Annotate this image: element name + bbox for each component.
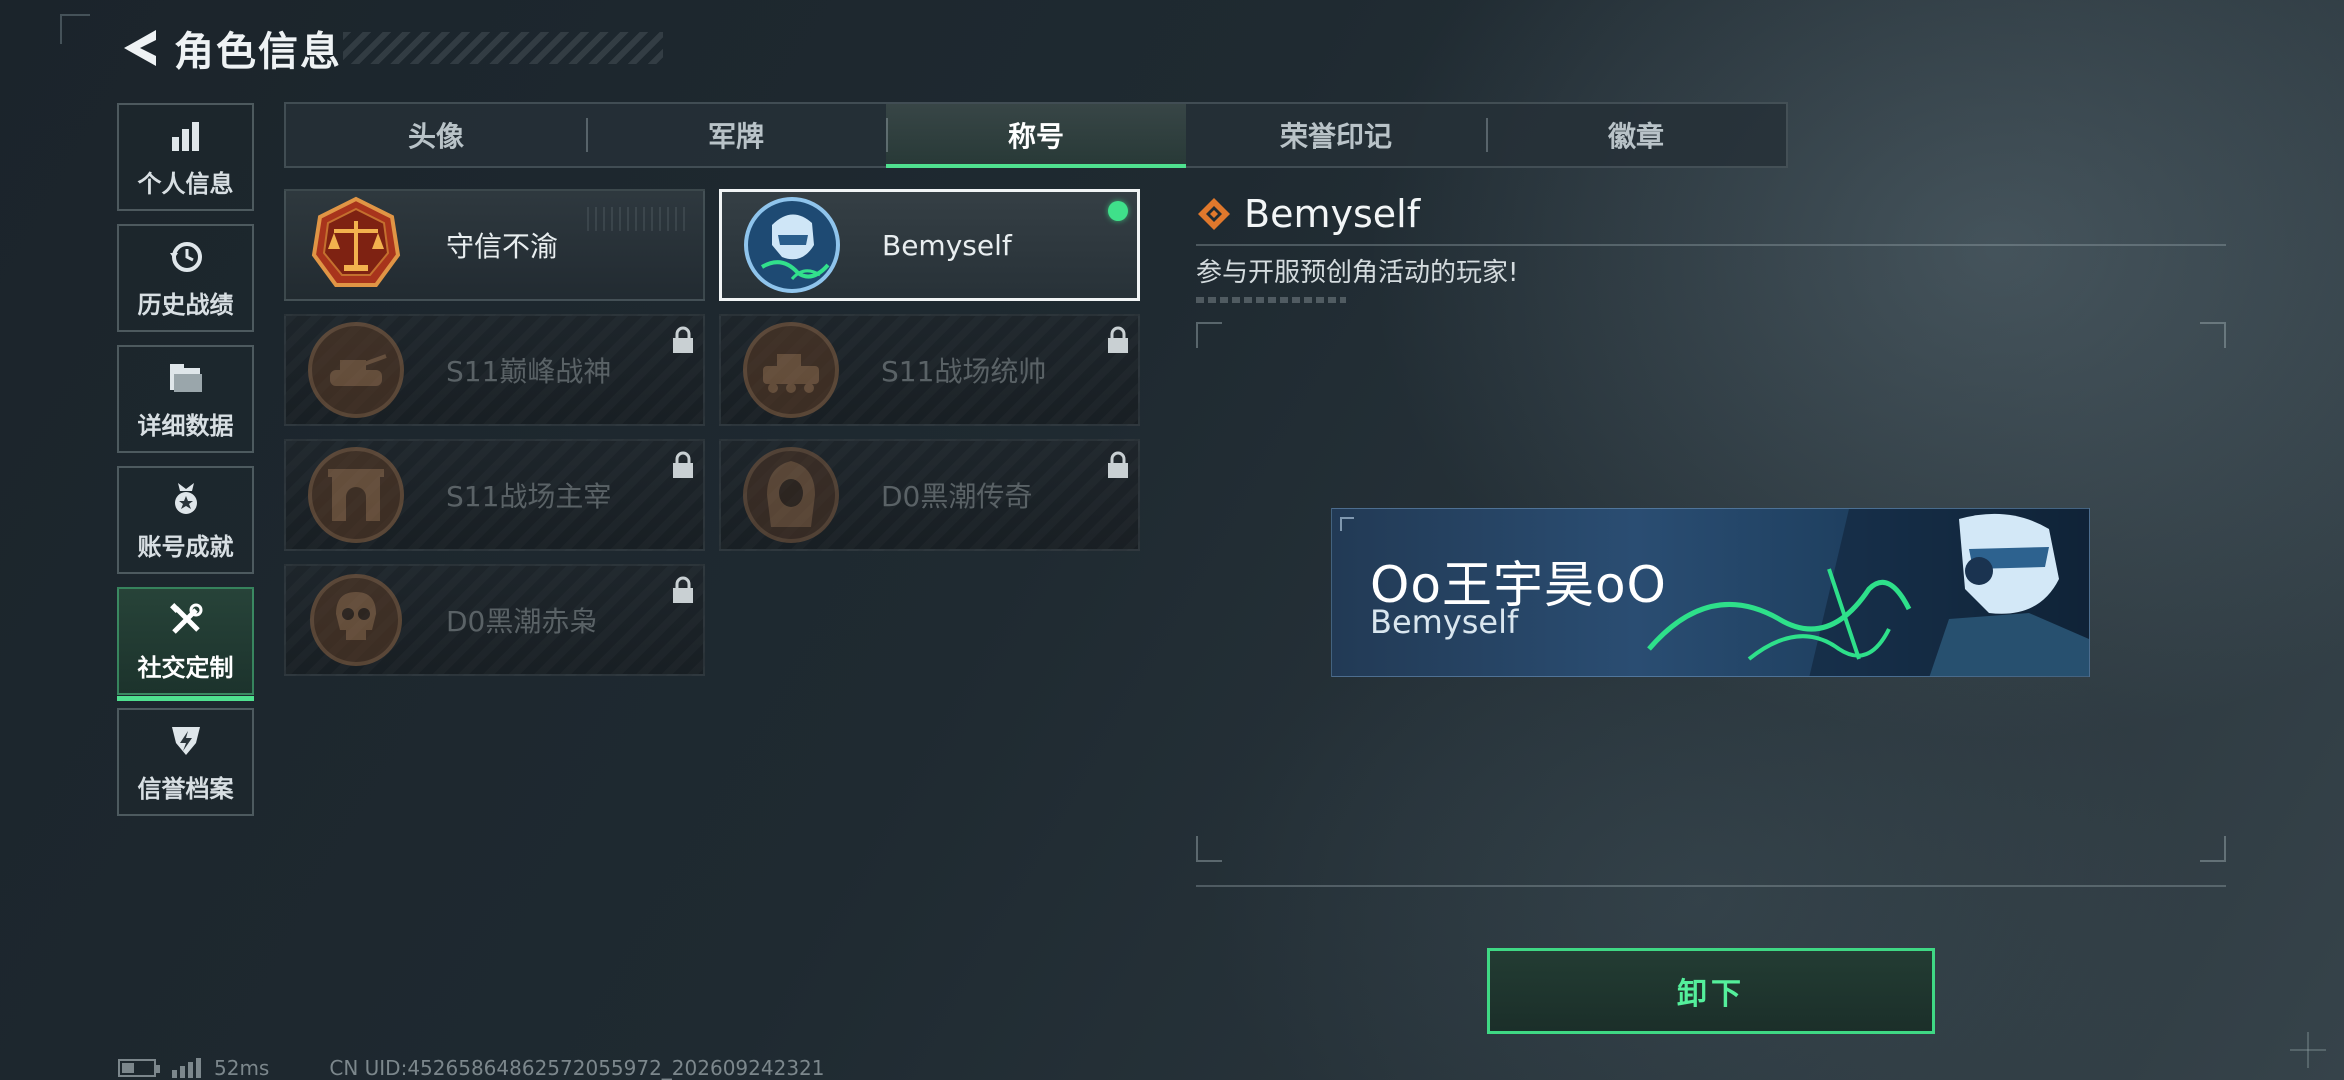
battery-icon xyxy=(118,1059,160,1077)
title-card-s11-peak[interactable]: S11巅峰战神 xyxy=(284,314,705,426)
sidebar-item-history[interactable]: 历史战绩 xyxy=(117,224,254,332)
title-label: 守信不渝 xyxy=(446,230,559,263)
back-arrow-icon xyxy=(124,30,156,66)
sidebar-item-label: 信誉档案 xyxy=(137,774,234,803)
tab-dog-tag[interactable]: 军牌 xyxy=(586,104,886,166)
folder-icon xyxy=(166,358,206,398)
tools-icon xyxy=(166,600,206,640)
sidebar-item-label: 社交定制 xyxy=(137,653,234,682)
sidebar-item-social-custom[interactable]: 社交定制 xyxy=(117,587,254,701)
shield-bolt-icon xyxy=(166,721,206,761)
sidebar-item-reputation[interactable]: 信誉档案 xyxy=(117,708,254,816)
header-decoration xyxy=(343,32,663,64)
card-decoration xyxy=(587,207,687,231)
lock-icon xyxy=(673,576,693,603)
unequip-button[interactable]: 卸下 xyxy=(1487,948,1935,1034)
title-label: S11战场统帅 xyxy=(881,355,1047,388)
title-label: S11战场主宰 xyxy=(446,480,612,513)
history-clock-icon xyxy=(166,237,206,277)
back-button[interactable] xyxy=(118,24,162,72)
soldier-signature-emblem-icon xyxy=(744,197,840,293)
armored-vehicle-emblem-icon xyxy=(743,322,839,418)
title-card-d0-red-owl[interactable]: D0黑潮赤枭 xyxy=(284,564,705,676)
frame-corner xyxy=(2200,322,2226,348)
status-bar: 52ms CN UID:4526586486257205597​2_202609… xyxy=(118,1056,825,1080)
detail-decoration xyxy=(1196,297,1346,303)
lock-icon xyxy=(673,451,693,478)
detail-title-row: Bemyself xyxy=(1196,190,2226,238)
tab-badge[interactable]: 徽章 xyxy=(1486,104,1786,166)
medal-icon xyxy=(166,479,206,519)
title-card-shouxin[interactable]: 守信不渝 xyxy=(284,189,705,301)
title-grid: 守信不渝 Bemyself S11巅峰战神 S11战场统帅 S11战场主宰 D0… xyxy=(284,189,1144,676)
title-label: Bemyself xyxy=(882,228,1012,262)
signal-icon xyxy=(172,1058,204,1078)
sidebar-item-details[interactable]: 详细数据 xyxy=(117,345,254,453)
arch-emblem-icon xyxy=(308,447,404,543)
tab-avatar[interactable]: 头像 xyxy=(286,104,586,166)
tab-bar: 头像 军牌 称号 荣誉印记 徽章 xyxy=(284,102,1788,168)
tab-title[interactable]: 称号 xyxy=(886,104,1186,168)
sidebar-item-label: 历史战绩 xyxy=(137,290,234,319)
detail-description: 参与开服预创角活动的玩家! xyxy=(1196,258,1519,288)
title-card-bemyself[interactable]: Bemyself xyxy=(719,189,1140,301)
sidebar-item-personal-info[interactable]: 个人信息 xyxy=(117,103,254,211)
unequip-button-label: 卸下 xyxy=(1677,977,1745,1012)
lock-icon xyxy=(1108,451,1128,478)
sidebar-item-achievements[interactable]: 账号成就 xyxy=(117,466,254,574)
frame-corner xyxy=(2200,836,2226,862)
nameplate-title: Bemyself xyxy=(1370,603,1519,641)
nameplate-preview: Oo王宇昊oO Bemyself xyxy=(1331,508,2090,677)
crosshair-decoration xyxy=(2290,1032,2326,1068)
sidebar-item-label: 账号成就 xyxy=(137,532,234,561)
sidebar-item-label: 个人信息 xyxy=(137,169,234,198)
divider xyxy=(1196,885,2226,887)
tank-emblem-icon xyxy=(308,322,404,418)
equipped-indicator xyxy=(1108,201,1128,221)
title-card-s11-dominator[interactable]: S11战场主宰 xyxy=(284,439,705,551)
ping-text: 52ms xyxy=(214,1056,270,1080)
sidebar: 个人信息 历史战绩 详细数据 账号成就 社交定制 信誉档案 xyxy=(117,103,254,829)
page-header: 角色信息 xyxy=(118,22,663,75)
hooded-figure-emblem-icon xyxy=(743,447,839,543)
title-label: S11巅峰战神 xyxy=(446,355,612,388)
lock-icon xyxy=(673,326,693,353)
frame-corner xyxy=(1196,836,1222,862)
tab-honor-mark[interactable]: 荣誉印记 xyxy=(1186,104,1486,166)
soldier-signature-art xyxy=(1647,509,2089,676)
sidebar-item-label: 详细数据 xyxy=(137,411,234,440)
title-label: D0黑潮传奇 xyxy=(881,480,1033,513)
detail-title: Bemyself xyxy=(1244,192,1421,236)
nameplate-corner xyxy=(1340,517,1354,531)
diamond-icon xyxy=(1198,198,1230,230)
frame-corner xyxy=(1196,322,1222,348)
uid-text: CN UID:4526586486257205597​2_20260924232… xyxy=(329,1056,825,1080)
title-label: D0黑潮赤枭 xyxy=(446,605,598,638)
justice-scales-emblem-icon xyxy=(311,196,401,287)
title-card-s11-commander[interactable]: S11战场统帅 xyxy=(719,314,1140,426)
title-detail-panel: Bemyself 参与开服预创角活动的玩家! xyxy=(1196,190,2226,303)
divider xyxy=(1196,244,2226,246)
page-title: 角色信息 xyxy=(174,29,342,75)
title-card-d0-legend[interactable]: D0黑潮传奇 xyxy=(719,439,1140,551)
lock-icon xyxy=(1108,326,1128,353)
skull-emblem-icon xyxy=(310,574,402,666)
corner-decoration xyxy=(60,14,90,44)
bar-chart-icon xyxy=(166,116,206,156)
